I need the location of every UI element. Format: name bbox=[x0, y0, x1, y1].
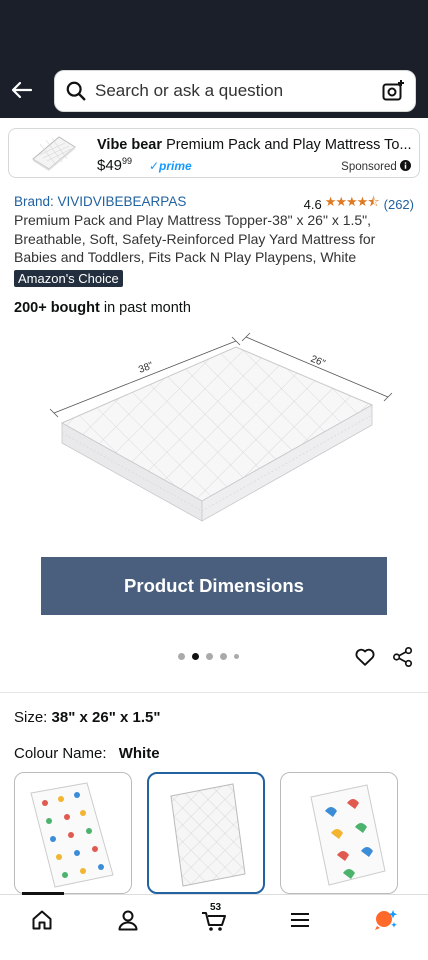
user-icon bbox=[118, 910, 138, 931]
bought-count-suffix: in past month bbox=[99, 300, 191, 316]
carousel-dot[interactable] bbox=[220, 653, 227, 660]
camera-search-icon[interactable] bbox=[381, 79, 405, 103]
share-icon[interactable] bbox=[392, 646, 414, 668]
product-dimensions-banner: Product Dimensions bbox=[41, 557, 387, 615]
white-mattress-image bbox=[170, 783, 246, 887]
price-fraction: 99 bbox=[122, 156, 133, 166]
sponsored-title-text: Premium Pack and Play Mattress To... bbox=[166, 137, 412, 153]
colour-swatch-animals[interactable] bbox=[14, 772, 132, 894]
section-divider bbox=[0, 692, 428, 693]
dinosaur-print-mattress-image bbox=[310, 784, 386, 886]
prime-badge: ✓prime bbox=[149, 159, 192, 173]
carousel-dot[interactable] bbox=[206, 653, 213, 660]
home-icon bbox=[32, 910, 52, 930]
amazons-choice-badge[interactable]: Amazon's Choice bbox=[14, 270, 123, 287]
heart-icon[interactable] bbox=[354, 646, 376, 668]
bought-count: 200+ bought in past month bbox=[14, 300, 191, 316]
search-placeholder: Search or ask a question bbox=[95, 81, 284, 100]
search-input[interactable]: Search or ask a question bbox=[54, 70, 416, 112]
nav-cart[interactable]: 53 bbox=[200, 902, 228, 934]
size-selector[interactable]: Size: 38" x 26" x 1.5" bbox=[14, 709, 160, 726]
product-image[interactable]: 38" 26" bbox=[40, 325, 400, 545]
colour-swatch-white[interactable] bbox=[147, 772, 265, 894]
carousel-dot[interactable] bbox=[234, 654, 239, 659]
sponsored-product-title[interactable]: Vibe bear Premium Pack and Play Mattress… bbox=[97, 137, 415, 153]
nav-rufus[interactable] bbox=[372, 906, 400, 934]
colour-label-row: Colour Name: White bbox=[14, 745, 160, 762]
bought-count-number: 200+ bought bbox=[14, 300, 100, 316]
colour-label: Colour Name: bbox=[14, 745, 107, 762]
size-value: 38" x 26" x 1.5" bbox=[51, 709, 161, 726]
carousel-dot[interactable] bbox=[178, 653, 185, 660]
width-dimension-label: 26" bbox=[309, 354, 327, 370]
colour-swatch-dinosaur[interactable] bbox=[280, 772, 398, 894]
cart-count: 53 bbox=[210, 902, 222, 913]
chat-assistant-icon bbox=[375, 910, 398, 930]
product-title: Premium Pack and Play Mattress Topper-38… bbox=[14, 212, 376, 265]
nav-account[interactable] bbox=[114, 906, 142, 934]
back-arrow-icon bbox=[11, 81, 33, 99]
image-carousel-dots[interactable] bbox=[178, 653, 239, 660]
sponsored-price: $4999 bbox=[97, 156, 132, 174]
animal-print-mattress-image bbox=[30, 782, 114, 888]
nav-home[interactable] bbox=[28, 906, 56, 934]
sponsored-label[interactable]: Sponsored bbox=[341, 160, 411, 173]
sponsored-brand: Vibe bear bbox=[97, 137, 163, 153]
rating-count[interactable]: (262) bbox=[384, 197, 414, 212]
back-button[interactable] bbox=[8, 76, 36, 104]
active-tab-indicator bbox=[22, 892, 64, 895]
price-whole: $49 bbox=[97, 157, 123, 174]
colour-value: White bbox=[118, 745, 160, 762]
rating-value: 4.6 bbox=[303, 196, 322, 212]
menu-icon bbox=[291, 913, 309, 927]
length-dimension-label: 38" bbox=[137, 360, 155, 376]
sponsored-product-card[interactable]: Vibe bear Premium Pack and Play Mattress… bbox=[8, 128, 420, 178]
sponsored-text: Sponsored bbox=[341, 161, 397, 173]
size-label: Size: bbox=[14, 709, 48, 726]
search-icon bbox=[66, 81, 86, 101]
info-icon[interactable] bbox=[400, 160, 411, 171]
brand-link[interactable]: Brand: VIVIDVIBEBEARPAS bbox=[14, 194, 186, 209]
sponsored-product-thumbnail bbox=[32, 136, 76, 171]
carousel-dot-active[interactable] bbox=[192, 653, 199, 660]
nav-menu[interactable] bbox=[286, 906, 314, 934]
